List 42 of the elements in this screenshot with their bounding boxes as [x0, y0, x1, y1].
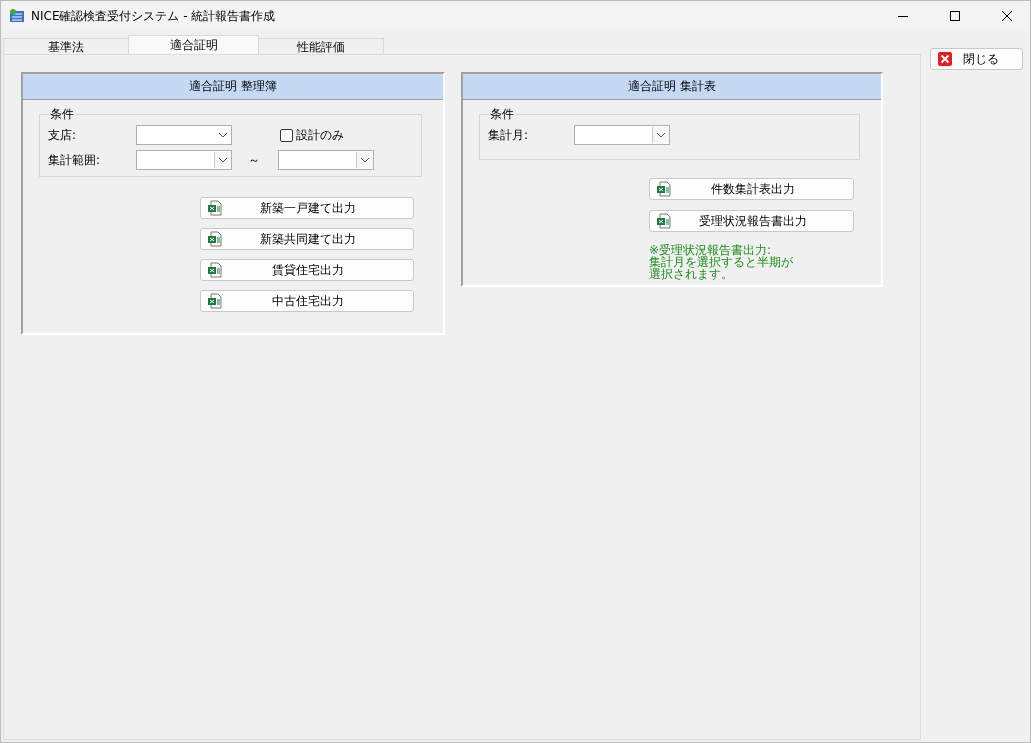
- range-separator: ～: [248, 151, 260, 169]
- close-icon: [1002, 11, 1012, 21]
- window-title: NICE確認検査受付システム - 統計報告書作成: [31, 7, 277, 25]
- group-label: 条件: [489, 106, 515, 123]
- field-label: 集計月:: [488, 126, 530, 144]
- dropdown-field[interactable]: [278, 150, 374, 170]
- field-label: 支店:: [48, 126, 78, 144]
- spreadsheet-icon: [207, 200, 223, 216]
- dropdown-field[interactable]: [136, 125, 232, 145]
- panel-header: 適合証明 整理簿: [23, 74, 443, 100]
- chevron-down-icon: [218, 132, 228, 138]
- dropdown-field[interactable]: [136, 150, 232, 170]
- dropdown-field[interactable]: [574, 125, 670, 145]
- minimize-icon: [898, 15, 908, 17]
- close-dialog-button[interactable]: 閉じる: [930, 48, 1023, 70]
- design-only-checkbox[interactable]: 設計のみ: [280, 126, 344, 144]
- chevron-down-icon: [360, 157, 370, 163]
- tab[interactable]: 適合証明: [128, 35, 259, 54]
- export-button[interactable]: 中古住宅出力: [200, 290, 414, 312]
- maximize-icon: [950, 11, 960, 21]
- spreadsheet-icon: [207, 293, 223, 309]
- spreadsheet-icon: [207, 262, 223, 278]
- export-button[interactable]: 件数集計表出力: [649, 178, 854, 200]
- close-icon: [937, 51, 953, 67]
- export-button[interactable]: 賃貸住宅出力: [200, 259, 414, 281]
- export-button[interactable]: 新築一戸建て出力: [200, 197, 414, 219]
- panel-header: 適合証明 集計表: [463, 74, 881, 100]
- tab[interactable]: 性能評価: [258, 38, 384, 54]
- group-label: 条件: [49, 106, 75, 123]
- spreadsheet-icon: [656, 213, 672, 229]
- note-text: 集計月を選択すると半期が: [649, 256, 794, 268]
- spreadsheet-icon: [207, 231, 223, 247]
- export-button[interactable]: 受理状況報告書出力: [649, 210, 854, 232]
- chevron-down-icon: [656, 132, 666, 138]
- tab[interactable]: 基準法: [3, 38, 129, 54]
- spreadsheet-icon: [656, 181, 672, 197]
- note-text: ※受理状況報告書出力:: [649, 244, 772, 256]
- app-icon: [9, 8, 25, 24]
- note-text: 選択されます。: [649, 268, 734, 280]
- field-label: 集計範囲:: [48, 151, 102, 169]
- chevron-down-icon: [218, 157, 228, 163]
- export-button[interactable]: 新築共同建て出力: [200, 228, 414, 250]
